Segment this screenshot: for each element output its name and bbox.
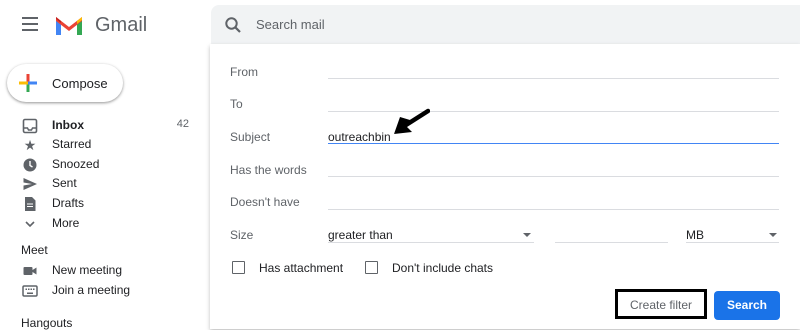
size-value-underline[interactable] [555, 242, 668, 243]
compose-label: Compose [52, 76, 108, 91]
has-attachment-checkbox[interactable] [232, 261, 245, 274]
doesnt-have-field-underline[interactable] [328, 209, 779, 210]
sidebar-item-starred[interactable]: ★ Starred [0, 136, 200, 155]
sidebar-item-drafts[interactable]: Drafts [0, 195, 200, 214]
inbox-icon [22, 118, 38, 134]
search-placeholder: Search mail [256, 17, 325, 32]
create-filter-label: Create filter [629, 298, 693, 312]
search-options-panel: From To Subject outreachbin Has the word… [210, 44, 800, 329]
size-unit-underline [686, 242, 779, 243]
sidebar-item-inbox[interactable]: Inbox 42 [0, 117, 200, 136]
sidebar-item-snoozed[interactable]: Snoozed [0, 156, 200, 175]
hangouts-heading: Hangouts [21, 316, 73, 330]
join-meeting-item[interactable]: Join a meeting [0, 282, 200, 301]
video-icon [23, 267, 37, 275]
sidebar-item-sent[interactable]: Sent [0, 175, 200, 194]
from-label: From [230, 65, 258, 79]
clock-icon [23, 158, 37, 172]
chevron-down-icon [769, 233, 777, 237]
chevron-down-icon [523, 233, 531, 237]
app-name: Gmail [95, 14, 148, 36]
dont-include-chats-label: Don't include chats [392, 261, 494, 275]
search-icon[interactable] [224, 16, 242, 34]
annotation-arrow-icon [394, 108, 430, 134]
has-attachment-label: Has attachment [259, 261, 344, 275]
size-unit-value: MB [686, 228, 704, 242]
sidebar-item-label: Drafts [52, 196, 85, 210]
subject-field-underline[interactable] [328, 143, 779, 144]
draft-icon [25, 197, 36, 211]
doesnt-have-label: Doesn't have [230, 195, 300, 209]
create-filter-button[interactable]: Create filter [615, 289, 707, 319]
new-meeting-item[interactable]: New meeting [0, 262, 200, 281]
subject-field[interactable]: outreachbin [328, 130, 391, 144]
sidebar-item-more[interactable]: More [0, 215, 200, 234]
sidebar-item-label: Sent [52, 176, 77, 190]
gmail-logo-icon[interactable] [54, 13, 84, 37]
to-label: To [230, 97, 243, 111]
sidebar-item-label: Inbox [52, 118, 84, 132]
sidebar-item-label: Starred [52, 137, 92, 151]
inbox-count: 42 [176, 118, 189, 130]
keyboard-icon [22, 285, 38, 297]
send-icon [23, 178, 37, 190]
sidebar-item-label: Snoozed [52, 157, 100, 171]
new-meeting-label: New meeting [52, 263, 123, 277]
subject-label: Subject [230, 130, 271, 144]
size-operator-underline [328, 242, 534, 243]
chevron-down-icon [25, 221, 35, 228]
star-icon: ★ [23, 137, 37, 153]
search-button-label: Search [726, 298, 768, 312]
has-words-field-underline[interactable] [328, 176, 779, 177]
search-bar[interactable]: Search mail [211, 5, 800, 45]
plus-icon [19, 74, 37, 92]
search-button[interactable]: Search [714, 291, 780, 320]
size-label: Size [230, 228, 254, 242]
compose-button[interactable]: Compose [7, 64, 123, 102]
has-words-label: Has the words [230, 163, 307, 177]
sidebar-item-label: More [52, 216, 80, 230]
join-meeting-label: Join a meeting [52, 283, 131, 297]
meet-heading: Meet [21, 243, 48, 257]
dont-include-chats-checkbox[interactable] [365, 261, 378, 274]
from-field-underline[interactable] [328, 78, 779, 79]
size-operator-value: greater than [328, 228, 393, 242]
main-menu-icon[interactable] [22, 17, 38, 31]
